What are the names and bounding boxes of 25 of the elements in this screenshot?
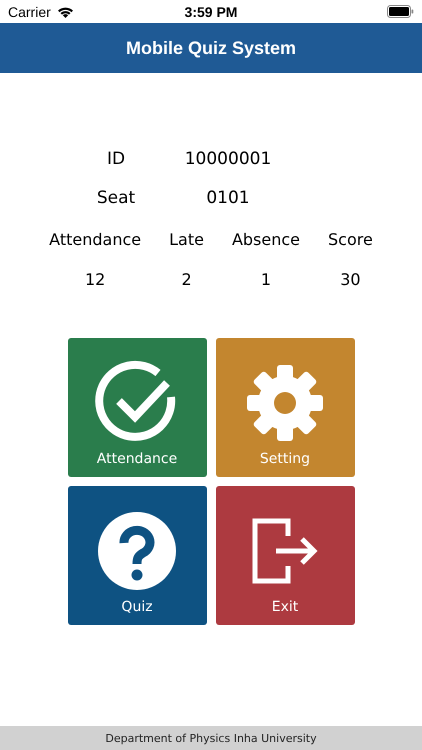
info-label: Seat <box>96 188 136 208</box>
info-label: ID <box>106 149 126 169</box>
gear-icon <box>245 362 325 442</box>
menu-tile[interactable]: Setting <box>216 338 354 477</box>
battery-icon <box>386 5 414 18</box>
stat-label: Score <box>328 230 373 249</box>
info-value: 10000001 <box>184 149 272 169</box>
carrier-label: Carrier <box>8 4 51 20</box>
stat-value: 1 <box>260 270 272 289</box>
info-value: 0101 <box>206 188 250 208</box>
stat-label: Attendance <box>49 230 142 249</box>
status-time: 3:59 PM <box>184 4 238 20</box>
footer-text: Department of Physics Inha University <box>105 732 317 744</box>
wifi-icon <box>56 6 74 18</box>
stat-value: 2 <box>181 270 192 289</box>
stat-label: Absence <box>232 230 300 249</box>
menu-tile[interactable]: Attendance <box>68 338 206 477</box>
exit-icon <box>252 518 318 584</box>
stat-label: Late <box>169 230 204 249</box>
stat-value: 12 <box>84 270 106 289</box>
question-circle-icon <box>97 510 177 590</box>
app-title: Mobile Quiz System <box>126 38 296 58</box>
stat-value: 30 <box>340 270 361 289</box>
menu-tile[interactable]: Quiz <box>68 486 206 625</box>
menu-tile[interactable]: Exit <box>216 486 354 625</box>
